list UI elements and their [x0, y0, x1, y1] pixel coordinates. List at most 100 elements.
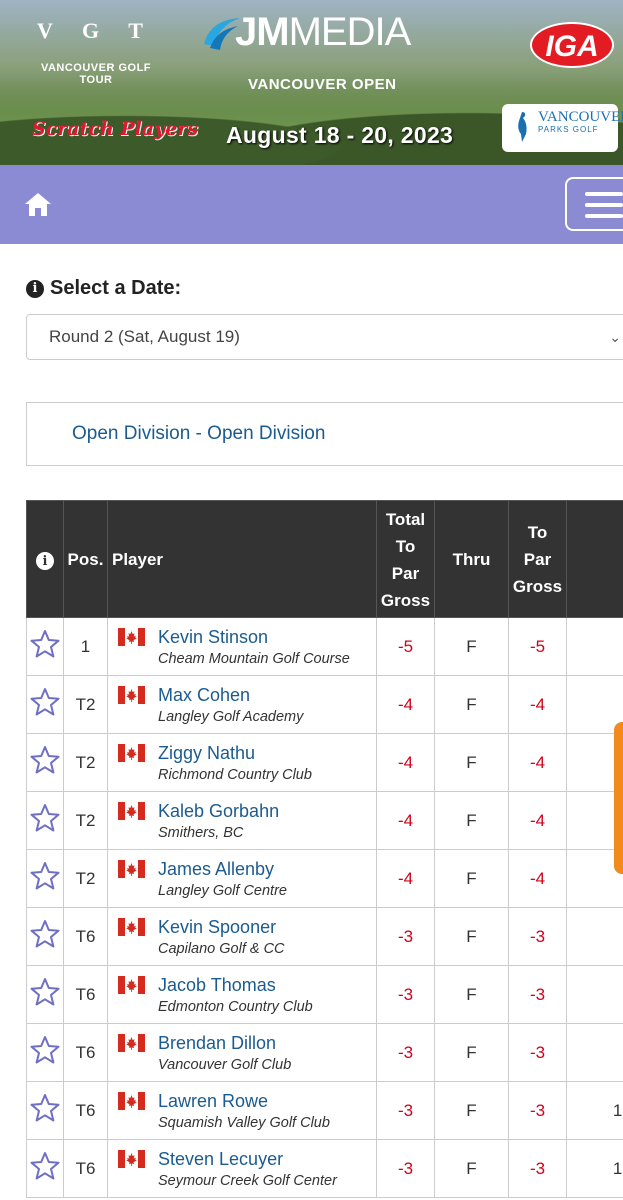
- iga-logo: IGA: [530, 22, 614, 68]
- favorite-star-icon: [30, 1152, 60, 1180]
- leaderboard-row[interactable]: T6 Jacob Thomas Edmonton Country Club -3 F -3…: [26, 965, 623, 1024]
- division-selector[interactable]: Open Division - Open Division: [26, 402, 623, 466]
- thru-cell: F: [434, 1139, 509, 1198]
- position-cell: T6: [63, 1081, 108, 1140]
- player-name-link[interactable]: Brendan Dillon: [158, 1033, 276, 1054]
- select-date-label: i Select a Date:: [26, 277, 181, 300]
- player-club: Seymour Creek Golf Center: [158, 1172, 337, 1189]
- tee-time-cell: 8:3: [566, 965, 623, 1024]
- thru-cell: F: [434, 907, 509, 966]
- to-par-cell: -5: [508, 617, 567, 676]
- tee-time-header[interactable]: T T: [566, 500, 623, 618]
- total-to-par-cell: -3: [376, 1081, 435, 1140]
- parks-title: VANCOUVER: [538, 109, 623, 125]
- favorite-toggle[interactable]: [26, 965, 64, 1024]
- favorite-toggle[interactable]: [26, 791, 64, 850]
- position-cell: T2: [63, 791, 108, 850]
- thru-cell: F: [434, 675, 509, 734]
- position-cell: T6: [63, 1023, 108, 1082]
- favorite-toggle[interactable]: [26, 1139, 64, 1198]
- leaderboard-row[interactable]: T2Ziggy NathuRichmond Country Club-4F-48…: [26, 733, 623, 792]
- player-cell: Steven Lecuyer Seymour Creek Golf Center: [107, 1139, 377, 1198]
- player-name-link[interactable]: Kevin Spooner: [158, 917, 276, 938]
- feedback-side-tab[interactable]: [614, 722, 623, 874]
- to-par-cell: -3: [508, 965, 567, 1024]
- leaderboard-row[interactable]: T2Max CohenLangley Golf Academy-4F-48:4: [26, 675, 623, 734]
- position-cell: T6: [63, 1139, 108, 1198]
- leaderboard-row[interactable]: T6 Brendan Dillon Vancouver Golf Club -3 F -3…: [26, 1023, 623, 1082]
- tee-time-cell: 8:2: [566, 907, 623, 966]
- player-name-link[interactable]: Steven Lecuyer: [158, 1149, 283, 1170]
- position-cell: T2: [63, 849, 108, 908]
- leaderboard-row[interactable]: T6 Lawren Rowe Squamish Valley Golf Club -3…: [26, 1081, 623, 1140]
- total-to-par-header[interactable]: Total To Par Gross: [376, 500, 435, 618]
- thru-cell: F: [434, 617, 509, 676]
- favorite-star-icon: [30, 920, 60, 948]
- player-cell: Ziggy Nathu Richmond Country Club: [107, 733, 377, 792]
- division-label: Open Division - Open Division: [72, 423, 326, 444]
- heron-icon: [518, 112, 527, 142]
- vgt-logo: V G T VANCOUVER GOLF TOUR: [36, 18, 156, 86]
- info-header[interactable]: i: [26, 500, 64, 618]
- canada-flag-icon: [118, 802, 145, 820]
- tee-time-cell: 12:5: [566, 1081, 623, 1140]
- leaderboard-row[interactable]: T2James AllenbyLangley Golf Centre-4F-41…: [26, 849, 623, 908]
- player-name-row: Ziggy Nathu: [118, 743, 376, 764]
- total-to-par-cell: -3: [376, 1139, 435, 1198]
- total-to-par-cell: -3: [376, 907, 435, 966]
- thru-cell: F: [434, 791, 509, 850]
- favorite-toggle[interactable]: [26, 675, 64, 734]
- favorite-toggle[interactable]: [26, 849, 64, 908]
- player-name-link[interactable]: Ziggy Nathu: [158, 743, 255, 764]
- player-name-row: Jacob Thomas: [118, 975, 376, 996]
- to-par-cell: -4: [508, 849, 567, 908]
- home-icon[interactable]: [24, 191, 52, 217]
- leaderboard-row[interactable]: T6 Steven Lecuyer Seymour Creek Golf Cente…: [26, 1139, 623, 1198]
- thru-cell: F: [434, 1023, 509, 1082]
- favorite-star-icon: [30, 746, 60, 774]
- canada-flag-icon: [118, 1034, 145, 1052]
- favorite-star-icon: [30, 978, 60, 1006]
- favorite-toggle[interactable]: [26, 1081, 64, 1140]
- favorite-toggle[interactable]: [26, 907, 64, 966]
- player-name-link[interactable]: Lawren Rowe: [158, 1091, 268, 1112]
- player-club: Capilano Golf & CC: [158, 940, 285, 957]
- player-name-link[interactable]: Kevin Stinson: [158, 627, 268, 648]
- vancouver-parks-golf-logo: VANCOUVER PARKS GOLF: [502, 104, 623, 152]
- player-name-link[interactable]: Jacob Thomas: [158, 975, 276, 996]
- vgt-letters: V G T: [37, 18, 155, 43]
- vancouver-open-title: VANCOUVER OPEN: [248, 76, 397, 93]
- favorite-toggle[interactable]: [26, 617, 64, 676]
- position-cell: 1: [63, 617, 108, 676]
- hamburger-menu-button[interactable]: [565, 177, 623, 231]
- parks-subtitle: PARKS GOLF: [538, 125, 599, 134]
- to-par-cell: -3: [508, 907, 567, 966]
- favorite-toggle[interactable]: [26, 733, 64, 792]
- leaderboard-row[interactable]: T2Kaleb GorbahnSmithers, BC-4F-412: [26, 791, 623, 850]
- favorite-toggle[interactable]: [26, 1023, 64, 1082]
- chevron-down-icon: ⌄: [609, 329, 621, 345]
- to-par-header[interactable]: To Par Gross: [508, 500, 567, 618]
- leaderboard-row[interactable]: 1 Kevin Stinson Cheam Mountain Golf Course…: [26, 617, 623, 676]
- player-club: Cheam Mountain Golf Course: [158, 650, 350, 667]
- pos-header[interactable]: Pos.: [63, 500, 108, 618]
- thru-header[interactable]: Thru: [434, 500, 509, 618]
- canada-flag-icon: [118, 1150, 145, 1168]
- player-name-link[interactable]: Kaleb Gorbahn: [158, 801, 279, 822]
- player-name-link[interactable]: James Allenby: [158, 859, 274, 880]
- player-name-link[interactable]: Max Cohen: [158, 685, 250, 706]
- leaderboard-row[interactable]: T6Kevin SpoonerCapilano Golf & CC-3F-38:…: [26, 907, 623, 966]
- favorite-star-icon: [30, 862, 60, 890]
- date-dropdown[interactable]: Round 2 (Sat, August 19) ⌄: [26, 314, 623, 360]
- scratch-players-tagline: Scratch Players: [32, 118, 199, 140]
- player-header[interactable]: Player: [107, 500, 377, 618]
- media-text: MEDIA: [288, 10, 412, 54]
- info-icon: i: [36, 552, 54, 570]
- total-to-par-cell: -4: [376, 675, 435, 734]
- player-name-row: Steven Lecuyer: [118, 1149, 376, 1170]
- player-name-row: Kaleb Gorbahn: [118, 801, 376, 822]
- position-cell: T2: [63, 675, 108, 734]
- player-club: Edmonton Country Club: [158, 998, 313, 1015]
- tee-time-cell: 8:5: [566, 617, 623, 676]
- player-club: Vancouver Golf Club: [158, 1056, 292, 1073]
